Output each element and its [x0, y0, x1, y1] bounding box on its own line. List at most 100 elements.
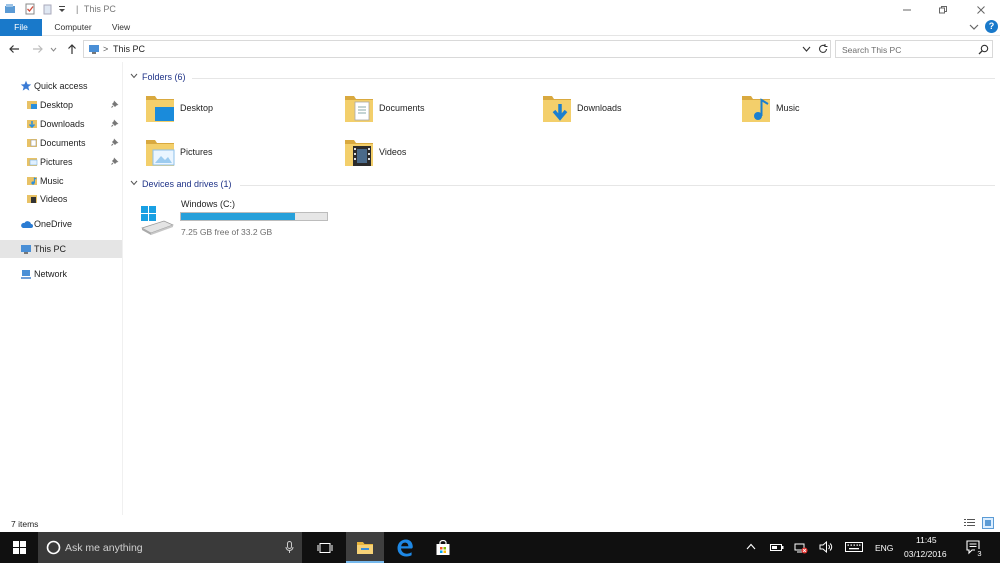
restore-button[interactable]	[926, 0, 960, 19]
tab-view[interactable]: View	[104, 19, 138, 36]
nav-music-label: Music	[40, 176, 64, 186]
nav-downloads[interactable]: Downloads	[0, 115, 122, 133]
volume-icon[interactable]	[819, 541, 833, 553]
collapse-chevron-icon[interactable]	[130, 180, 138, 186]
collapse-chevron-icon[interactable]	[130, 73, 138, 79]
folder-tile-pictures[interactable]: Pictures	[144, 134, 324, 174]
windows-drive-icon	[139, 206, 175, 236]
videos-icon	[26, 193, 38, 205]
nav-quick-access-label: Quick access	[34, 81, 88, 91]
folder-label: Documents	[379, 103, 425, 113]
pin-icon[interactable]	[111, 157, 119, 165]
nav-this-pc-label: This PC	[34, 244, 67, 254]
onedrive-cloud-icon	[20, 220, 33, 229]
title-bar: | This PC	[0, 0, 1000, 19]
folders-group-header[interactable]: Folders (6)	[130, 72, 995, 84]
folder-label: Videos	[379, 147, 407, 157]
keyboard-icon[interactable]	[845, 542, 863, 552]
clock-time[interactable]: 11:45	[916, 535, 937, 545]
folder-tile-videos[interactable]: Videos	[343, 134, 523, 174]
properties-icon[interactable]	[24, 3, 36, 15]
pin-icon[interactable]	[111, 138, 119, 146]
nav-desktop[interactable]: Desktop	[0, 96, 122, 114]
window-title: | This PC	[76, 4, 116, 14]
nav-network-label: Network	[34, 269, 68, 279]
refresh-icon[interactable]	[817, 43, 829, 55]
downloads-folder-icon	[541, 90, 573, 124]
large-icons-view-icon[interactable]	[982, 517, 994, 529]
task-view-button[interactable]	[306, 532, 344, 563]
close-button[interactable]	[964, 0, 998, 19]
taskbar-store[interactable]	[424, 532, 462, 563]
search-input[interactable]: Search This PC	[835, 40, 993, 58]
store-bag-icon	[435, 539, 451, 556]
edge-browser-icon	[396, 539, 414, 557]
battery-icon[interactable]	[770, 542, 784, 552]
nav-onedrive-label: OneDrive	[34, 219, 73, 229]
videos-folder-icon	[343, 134, 375, 168]
new-folder-icon[interactable]	[42, 3, 54, 15]
search-placeholder: Search This PC	[842, 45, 902, 55]
cortana-search-box[interactable]: Ask me anything	[38, 532, 302, 563]
navigation-pane: Quick access Desktop Downloads Documents…	[0, 62, 123, 515]
nav-onedrive[interactable]: OneDrive	[0, 215, 122, 233]
drive-tile-windows-c[interactable]: Windows (C:) 7.25 GB free of 33.2 GB	[139, 198, 339, 238]
documents-icon	[26, 137, 38, 149]
details-view-icon[interactable]	[964, 518, 975, 528]
nav-documents-label: Documents	[40, 138, 86, 148]
taskbar: Ask me anything ENG 11:45 03/12/2016 3	[0, 532, 1000, 563]
back-button[interactable]	[6, 41, 22, 57]
downloads-icon	[26, 118, 38, 130]
minimize-button[interactable]	[890, 0, 924, 19]
address-dropdown-icon[interactable]	[802, 46, 811, 52]
tab-computer[interactable]: Computer	[46, 19, 100, 36]
microphone-icon[interactable]	[285, 541, 294, 554]
nav-network[interactable]: Network	[0, 265, 122, 283]
folder-tile-desktop[interactable]: Desktop	[144, 90, 324, 130]
taskbar-edge[interactable]	[386, 532, 424, 563]
up-button[interactable]	[64, 41, 80, 57]
folder-tile-documents[interactable]: Documents	[343, 90, 523, 130]
customize-toolbar-icon[interactable]	[58, 5, 66, 13]
start-button[interactable]	[0, 532, 38, 563]
documents-folder-icon	[343, 90, 375, 124]
breadcrumb-this-pc[interactable]: This PC	[113, 44, 145, 54]
nav-quick-access[interactable]: Quick access	[0, 77, 122, 95]
folders-group-label: Folders (6)	[142, 72, 186, 82]
item-count: 7 items	[11, 519, 39, 529]
clock-date[interactable]: 03/12/2016	[904, 549, 947, 559]
forward-button[interactable]	[30, 41, 46, 57]
recent-locations-button[interactable]	[48, 41, 58, 57]
address-bar[interactable]: > This PC	[83, 40, 831, 58]
explorer-app-icon[interactable]	[4, 3, 16, 15]
folder-label: Downloads	[577, 103, 622, 113]
nav-downloads-label: Downloads	[40, 119, 85, 129]
nav-documents[interactable]: Documents	[0, 134, 122, 152]
devices-group-header[interactable]: Devices and drives (1)	[130, 179, 995, 191]
help-button[interactable]: ?	[985, 20, 998, 33]
folder-label: Music	[776, 103, 800, 113]
folder-tile-music[interactable]: Music	[740, 90, 920, 130]
nav-pictures[interactable]: Pictures	[0, 153, 122, 171]
pictures-icon	[26, 156, 38, 168]
breadcrumb-separator[interactable]: >	[103, 44, 108, 54]
folder-tile-downloads[interactable]: Downloads	[541, 90, 721, 130]
search-icon[interactable]	[978, 44, 989, 55]
cortana-search-placeholder: Ask me anything	[65, 542, 143, 554]
nav-music[interactable]: Music	[0, 172, 122, 190]
taskbar-file-explorer[interactable]	[346, 532, 384, 563]
drive-name: Windows (C:)	[181, 199, 236, 209]
pin-icon[interactable]	[111, 119, 119, 127]
tab-file[interactable]: File	[0, 19, 42, 36]
folder-label: Pictures	[180, 147, 213, 157]
group-divider	[192, 78, 995, 79]
input-language[interactable]: ENG	[875, 543, 893, 553]
expand-ribbon-icon[interactable]	[969, 23, 979, 31]
pin-icon[interactable]	[111, 100, 119, 108]
nav-videos[interactable]: Videos	[0, 190, 122, 208]
group-divider	[240, 185, 995, 186]
title-separator: |	[76, 4, 79, 14]
nav-this-pc[interactable]: This PC	[0, 240, 122, 258]
network-disconnected-icon[interactable]	[794, 541, 808, 554]
show-hidden-icons-chevron-icon[interactable]	[746, 543, 756, 550]
